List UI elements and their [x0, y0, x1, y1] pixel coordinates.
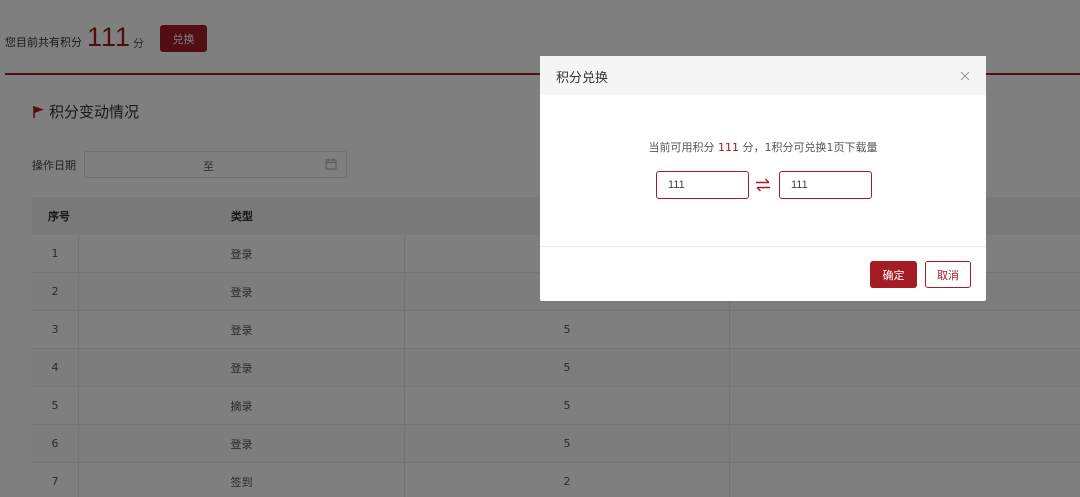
info-prefix: 当前可用积分 — [648, 141, 715, 154]
points-exchange-dialog: 积分兑换 当前可用积分 111 分，1积分可兑换1页下载量 111 111 确定… — [540, 56, 986, 301]
pages-input[interactable]: 111 — [779, 171, 872, 199]
points-input[interactable]: 111 — [656, 171, 749, 199]
confirm-button[interactable]: 确定 — [870, 261, 917, 288]
close-icon[interactable] — [960, 71, 970, 81]
page: 您目前共有积分 111 分 兑换 积分变动情况 操作日期 至 序号 类型 1 — [0, 0, 1080, 497]
info-available-points: 111 — [718, 141, 739, 154]
exchange-info-text: 当前可用积分 111 分，1积分可兑换1页下载量 — [540, 139, 986, 155]
dialog-header: 积分兑换 — [540, 56, 986, 95]
dialog-title: 积分兑换 — [556, 71, 609, 86]
dialog-footer-divider — [540, 246, 986, 247]
info-suffix: 分，1积分可兑换1页下载量 — [742, 141, 878, 154]
cancel-button[interactable]: 取消 — [925, 261, 971, 288]
swap-icon — [756, 178, 770, 192]
